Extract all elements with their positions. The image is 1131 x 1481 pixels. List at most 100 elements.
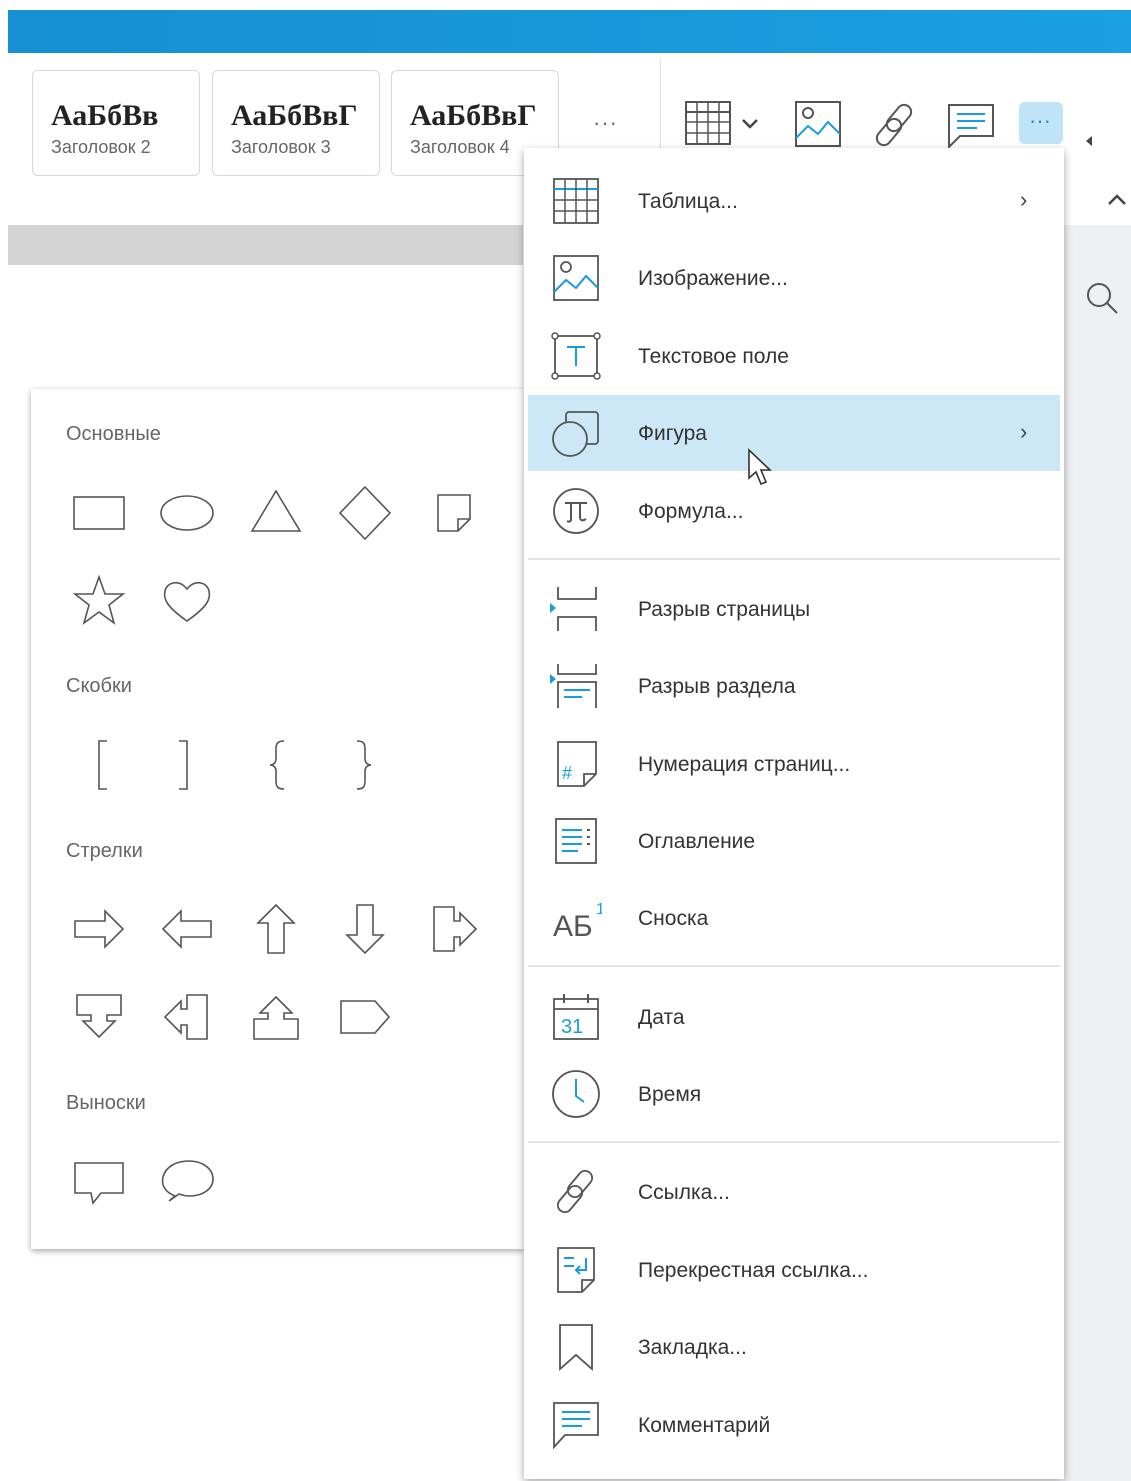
menu-separator <box>528 558 1060 560</box>
style-name: Заголовок 3 <box>231 137 331 157</box>
diamond-shape-icon[interactable] <box>335 483 395 543</box>
section-break-icon <box>550 660 602 712</box>
section-basic: Основные <box>66 423 161 445</box>
chevron-up-icon[interactable] <box>1106 192 1128 213</box>
textbox-icon <box>550 330 602 382</box>
menu-item-label: Время <box>638 1083 702 1106</box>
toc-icon <box>550 815 602 867</box>
pentagon-shape-icon[interactable] <box>335 987 395 1047</box>
menu-item-label: Ссылка... <box>638 1181 730 1204</box>
menu-item-date[interactable]: 31 Дата <box>524 979 1064 1055</box>
menu-item-label: Таблица... <box>638 190 738 213</box>
note-shape-icon[interactable] <box>424 483 484 543</box>
left-bracket-shape-icon[interactable] <box>69 735 129 795</box>
ruler-band <box>8 225 523 265</box>
cross-reference-icon <box>550 1244 602 1296</box>
menu-item-label: Разрыв страницы <box>638 598 811 621</box>
menu-separator <box>528 1141 1060 1143</box>
menu-item-footnote[interactable]: АБ 1 Сноска <box>524 880 1064 956</box>
style-sample: АаБбВв <box>51 99 159 132</box>
link-icon[interactable] <box>870 100 920 155</box>
menu-item-page-break[interactable]: Разрыв страницы <box>524 571 1064 647</box>
table-icon <box>550 175 602 227</box>
shapes-gallery: Основные Скобки Стрелки Выноски <box>31 389 524 1249</box>
menu-item-cross-reference[interactable]: Перекрестная ссылка... <box>524 1232 1064 1308</box>
menu-item-label: Дата <box>638 1006 685 1029</box>
menu-item-comment[interactable]: Комментарий <box>524 1387 1064 1463</box>
formula-icon <box>550 485 602 537</box>
image-icon[interactable] <box>794 100 842 153</box>
page-break-icon <box>550 583 602 635</box>
right-bracket-shape-icon[interactable] <box>157 735 217 795</box>
menu-item-toc[interactable]: Оглавление <box>524 803 1064 879</box>
oval-callout-shape-icon[interactable] <box>157 1151 217 1211</box>
chevron-right-icon: › <box>1020 187 1028 212</box>
rectangle-shape-icon[interactable] <box>69 483 129 543</box>
ellipse-shape-icon[interactable] <box>157 483 217 543</box>
menu-item-label: Нумерация страниц... <box>638 753 851 776</box>
table-icon[interactable] <box>684 100 732 151</box>
menu-item-label: Перекрестная ссылка... <box>638 1259 869 1282</box>
mouse-cursor-icon <box>747 448 773 493</box>
star-shape-icon[interactable] <box>69 571 129 631</box>
rectangle-callout-shape-icon[interactable] <box>69 1151 129 1211</box>
style-name: Заголовок 4 <box>410 137 510 157</box>
time-icon <box>550 1068 602 1120</box>
left-arrow-shape-icon[interactable] <box>157 899 217 959</box>
menu-item-label: Сноска <box>638 907 709 930</box>
up-arrow-shape-icon[interactable] <box>246 899 306 959</box>
style-name: Заголовок 2 <box>51 137 151 157</box>
page-number-icon: # <box>550 738 602 790</box>
shape-icon <box>550 407 602 459</box>
more-styles-button[interactable]: ··· <box>593 110 618 136</box>
link-icon <box>550 1166 602 1218</box>
menu-item-table[interactable]: Таблица... › <box>524 163 1064 239</box>
triangle-shape-icon[interactable] <box>246 483 306 543</box>
menu-item-formula[interactable]: Формула... <box>524 473 1064 549</box>
hash-text: # <box>562 763 572 783</box>
menu-item-image[interactable]: Изображение... <box>524 240 1064 316</box>
footnote-icon: АБ 1 <box>550 892 605 944</box>
menu-item-link[interactable]: Ссылка... <box>524 1154 1064 1230</box>
title-bar <box>8 10 1131 53</box>
menu-item-bookmark[interactable]: Закладка... <box>524 1309 1064 1385</box>
menu-item-label: Закладка... <box>638 1336 747 1359</box>
right-arrow-callout-shape-icon[interactable] <box>424 899 484 959</box>
menu-item-time[interactable]: Время <box>524 1056 1064 1132</box>
side-pane <box>1063 225 1131 1481</box>
up-arrow-callout-shape-icon[interactable] <box>246 987 306 1047</box>
menu-item-page-numbering[interactable]: # Нумерация страниц... <box>524 726 1064 802</box>
footnote-sup-text: 1 <box>596 901 602 918</box>
menu-item-shape[interactable]: Фигура › <box>528 395 1060 471</box>
menu-separator <box>528 965 1060 967</box>
menu-item-textbox[interactable]: Текстовое поле <box>524 318 1064 394</box>
comment-icon <box>550 1399 602 1451</box>
collapse-arrow-icon[interactable] <box>1084 134 1094 152</box>
style-heading-3[interactable]: АаБбВвГ Заголовок 3 <box>212 70 380 176</box>
menu-item-label: Комментарий <box>638 1414 771 1437</box>
style-sample: АаБбВвГ <box>231 99 358 132</box>
right-arrow-shape-icon[interactable] <box>69 899 129 959</box>
insert-menu: Таблица... › Изображение... Текстовое по… <box>524 148 1064 1479</box>
menu-item-section-break[interactable]: Разрыв раздела <box>524 648 1064 724</box>
search-icon[interactable] <box>1084 280 1120 321</box>
date-icon-text: 31 <box>561 1016 583 1038</box>
down-arrow-shape-icon[interactable] <box>335 899 395 959</box>
left-arrow-callout-shape-icon[interactable] <box>157 987 217 1047</box>
style-heading-2[interactable]: АаБбВв Заголовок 2 <box>32 70 200 176</box>
more-icon[interactable]: ··· <box>1019 102 1063 144</box>
menu-item-label: Текстовое поле <box>638 345 789 368</box>
section-arrows: Стрелки <box>66 840 143 862</box>
left-brace-shape-icon[interactable] <box>246 735 306 795</box>
section-brackets: Скобки <box>66 675 132 697</box>
chevron-right-icon: › <box>1020 419 1028 444</box>
footnote-icon-text: АБ <box>553 910 593 943</box>
down-arrow-callout-shape-icon[interactable] <box>69 987 129 1047</box>
menu-item-label: Разрыв раздела <box>638 675 796 698</box>
menu-item-label: Оглавление <box>638 830 756 853</box>
heart-shape-icon[interactable] <box>157 571 217 631</box>
more-insert-button[interactable]: ··· <box>1029 108 1051 134</box>
right-brace-shape-icon[interactable] <box>335 735 395 795</box>
chevron-down-icon[interactable] <box>740 116 760 137</box>
section-callouts: Выноски <box>66 1092 146 1114</box>
